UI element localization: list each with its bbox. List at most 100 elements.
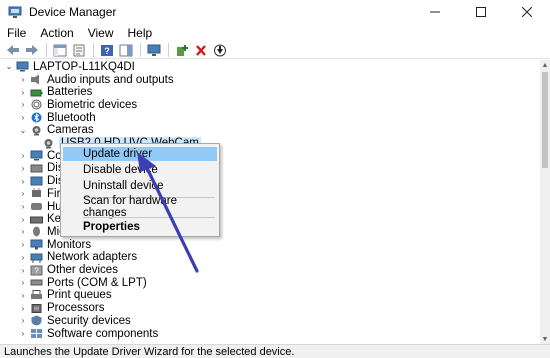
computer-icon [30,150,43,161]
add-driver-button[interactable] [173,42,190,58]
scroll-down-arrow-icon[interactable]: ▼ [540,334,550,344]
chevron-right-icon[interactable]: › [18,314,28,327]
status-bar: Launches the Update Driver Wizard for th… [0,344,550,358]
context-menu: Update driver Disable device Uninstall d… [60,143,220,237]
scroll-thumb[interactable] [542,72,548,168]
help-button[interactable]: ? [98,42,115,58]
forward-arrow-icon [25,45,38,55]
chevron-right-icon[interactable]: › [18,200,28,213]
keyboard-icon [30,216,43,224]
chevron-right-icon[interactable]: › [18,213,28,226]
show-hidden-icon [73,44,84,56]
tree-item-label: Audio inputs and outputs [47,73,174,86]
update-icon [213,44,226,56]
tree-category-item[interactable]: › Monitors [18,238,91,251]
firmware-icon [32,188,41,198]
chevron-right-icon[interactable]: › [18,264,28,277]
toolbar-separator [46,43,47,57]
tree-category-item[interactable]: › Audio inputs and outputs [18,73,174,86]
tree-category-item[interactable]: › Software components [18,327,159,340]
tree-category-item[interactable]: › Print queues [18,289,112,302]
minimize-button[interactable] [412,0,458,24]
add-driver-icon [176,44,188,56]
port-icon [30,279,43,286]
back-arrow-icon [6,45,19,55]
chevron-right-icon[interactable]: › [18,302,28,315]
chevron-right-icon[interactable]: › [18,98,28,111]
ctx-scan-hardware[interactable]: Scan for hardware changes [63,195,217,219]
tree-item-label: Software components [47,327,159,340]
uninstall-button[interactable] [192,42,209,58]
computer-icon [16,61,29,72]
tree-category-item[interactable]: › Processors [18,302,105,315]
menu-view[interactable]: View [81,26,121,40]
chevron-right-icon[interactable]: › [18,73,28,86]
chevron-right-icon[interactable]: › [18,111,28,124]
ctx-uninstall-device[interactable]: Uninstall device [63,179,217,193]
tree-item-label: Network adapters [47,251,138,264]
ctx-properties[interactable]: Properties [63,220,217,234]
chevron-right-icon[interactable]: › [18,162,28,175]
action-pane-icon [119,44,132,56]
menu-file[interactable]: File [0,26,33,40]
menu-action[interactable]: Action [33,26,80,40]
svg-text:?: ? [34,266,39,275]
show-action-pane-button[interactable] [117,42,134,58]
chevron-right-icon[interactable]: › [18,175,28,188]
ctx-separator [83,217,215,218]
chevron-right-icon[interactable]: › [18,276,28,289]
fingerprint-icon [31,99,42,110]
show-hide-console-tree-button[interactable] [51,42,68,58]
tree-category-item[interactable]: › Security devices [18,314,131,327]
chevron-right-icon[interactable]: › [18,289,28,302]
mouse-icon [33,226,40,237]
tree-item-label: Monitors [47,238,92,251]
tree-category-item[interactable]: › Biometric devices [18,98,137,111]
menu-help[interactable]: Help [121,26,160,40]
chevron-down-icon[interactable]: ⌄ [4,60,14,73]
maximize-button[interactable] [458,0,504,24]
chevron-down-icon[interactable]: ⌄ [18,124,28,137]
window-controls [412,0,550,24]
ctx-disable-device[interactable]: Disable device [63,163,217,177]
update-driver-toolbar-button[interactable] [211,42,228,58]
title-bar: Device Manager [0,0,550,24]
tree-category-item[interactable]: › Batteries [18,86,93,99]
chevron-right-icon[interactable]: › [18,238,28,251]
close-icon [522,7,532,17]
chevron-right-icon[interactable]: › [18,187,28,200]
toolbar: ? [0,42,550,59]
chevron-right-icon[interactable]: › [18,251,28,264]
svg-text:?: ? [104,46,110,56]
close-button[interactable] [504,0,550,24]
vertical-scrollbar[interactable]: ▲ ▼ [540,60,550,344]
scroll-up-arrow-icon[interactable]: ▲ [540,60,550,70]
camera-icon [32,125,41,136]
network-icon [30,253,43,263]
chevron-right-icon[interactable]: › [18,86,28,99]
properties-button[interactable] [70,42,87,58]
toolbar-separator [168,43,169,57]
chevron-right-icon[interactable]: › [18,327,28,340]
tree-category-item[interactable]: › Ports (COM & LPT) [18,276,147,289]
chevron-right-icon[interactable]: › [18,225,28,238]
processor-icon [31,303,42,313]
forward-button[interactable] [23,42,40,58]
scan-hardware-button[interactable] [145,42,162,58]
toolbar-separator [140,43,141,57]
tree-root[interactable]: ⌄ LAPTOP-L11KQ4DI [4,60,135,73]
monitor-icon [147,44,160,56]
tree-category-item[interactable]: › Network adapters [18,251,137,264]
tree-category-item[interactable]: › Bluetooth [18,111,96,124]
tree-category-item[interactable]: › Mic [18,225,65,238]
tree-item-label: Security devices [47,314,131,327]
chevron-right-icon[interactable]: › [18,149,28,162]
disk-icon [30,164,43,173]
tree-category-item[interactable]: ›? Other devices [18,264,118,277]
ctx-update-driver[interactable]: Update driver [63,147,217,161]
tree-item-label: Print queues [47,289,112,302]
tree-category-item[interactable]: ⌄ Cameras [18,124,94,137]
back-button[interactable] [4,42,21,58]
menu-bar: File Action View Help [0,24,550,42]
battery-icon [30,89,43,97]
